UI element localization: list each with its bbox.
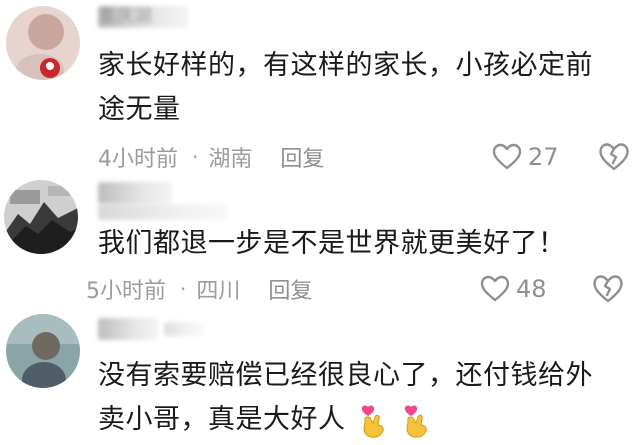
- reply-button[interactable]: 回复: [280, 141, 324, 173]
- comment-meta: 4小时前 · 湖南 回复: [98, 140, 324, 174]
- like-button[interactable]: 48: [480, 272, 547, 306]
- comment-meta: 5小时前 · 四川 回复: [86, 272, 312, 306]
- comment-text-segment: 卖小哥，真是大好人: [98, 404, 346, 435]
- like-count: 27: [528, 143, 559, 171]
- broken-heart-icon[interactable]: [592, 274, 624, 304]
- timestamp: 4小时前: [98, 147, 178, 172]
- timestamp: 5小时前: [86, 279, 166, 304]
- location: 四川: [196, 279, 241, 304]
- comment-text-line: 途无量: [98, 94, 181, 125]
- broken-heart-icon[interactable]: [598, 142, 630, 172]
- username[interactable]: [98, 318, 158, 340]
- finger-heart-emoji: [404, 405, 427, 438]
- like-count: 48: [516, 275, 547, 303]
- comment-item: 没有索要赔偿已经很良心了，还付钱给外 卖小哥，真是大好人: [0, 310, 640, 445]
- username[interactable]: 重庆湖: [98, 6, 188, 28]
- heart-outline-icon: [492, 143, 522, 170]
- separator-dot: ·: [180, 277, 187, 301]
- comment-text-line: 没有索要赔偿已经很良心了，还付钱给外: [98, 360, 593, 391]
- heart-outline-icon: [480, 275, 510, 302]
- comment-item: 我们都退一步是不是世界就更美好了！ 5小时前 · 四川 回复 48: [0, 180, 640, 310]
- finger-heart-emoji: [361, 405, 384, 438]
- separator-dot: ·: [192, 145, 199, 169]
- like-button[interactable]: 27: [492, 140, 559, 174]
- location: 湖南: [208, 147, 253, 172]
- username-blur: [164, 322, 204, 336]
- avatar[interactable]: [4, 180, 78, 254]
- username-blur: [98, 204, 228, 220]
- username[interactable]: [98, 182, 172, 204]
- comment-text: 没有索要赔偿已经很良心了，还付钱给外 卖小哥，真是大好人: [98, 354, 618, 442]
- comment-text-line: 我们都退一步是不是世界就更美好了！: [98, 228, 566, 259]
- comment-text: 家长好样的，有这样的家长，小孩必定前 途无量: [98, 44, 618, 132]
- comment-item: 重庆湖 家长好样的，有这样的家长，小孩必定前 途无量 4小时前 · 湖南 回复 …: [0, 0, 640, 180]
- comment-text: 我们都退一步是不是世界就更美好了！: [98, 222, 618, 266]
- reply-button[interactable]: 回复: [268, 273, 312, 305]
- comment-text-line: 家长好样的，有这样的家长，小孩必定前: [98, 50, 593, 81]
- comment-text-line: 卖小哥，真是大好人: [98, 398, 618, 442]
- avatar[interactable]: [6, 6, 80, 80]
- avatar[interactable]: [6, 314, 80, 388]
